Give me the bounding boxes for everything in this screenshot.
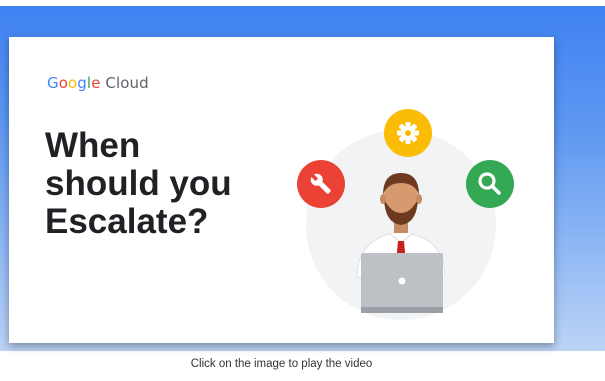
video-thumbnail[interactable]: Google Cloud When should you Escalate? bbox=[9, 37, 554, 343]
google-cloud-logo: Google Cloud bbox=[47, 74, 149, 92]
laptop bbox=[361, 253, 443, 313]
title-line-1: When bbox=[45, 126, 141, 165]
title-line-3: Escalate? bbox=[45, 202, 209, 241]
gear-icon bbox=[384, 109, 432, 157]
title-line-2: should you bbox=[45, 164, 232, 203]
support-agent-illustration bbox=[297, 109, 514, 320]
search-icon bbox=[466, 160, 514, 208]
video-title: When should you Escalate? bbox=[45, 127, 295, 241]
video-caption: Click on the image to play the video bbox=[190, 358, 373, 370]
wrench-icon bbox=[297, 160, 345, 208]
